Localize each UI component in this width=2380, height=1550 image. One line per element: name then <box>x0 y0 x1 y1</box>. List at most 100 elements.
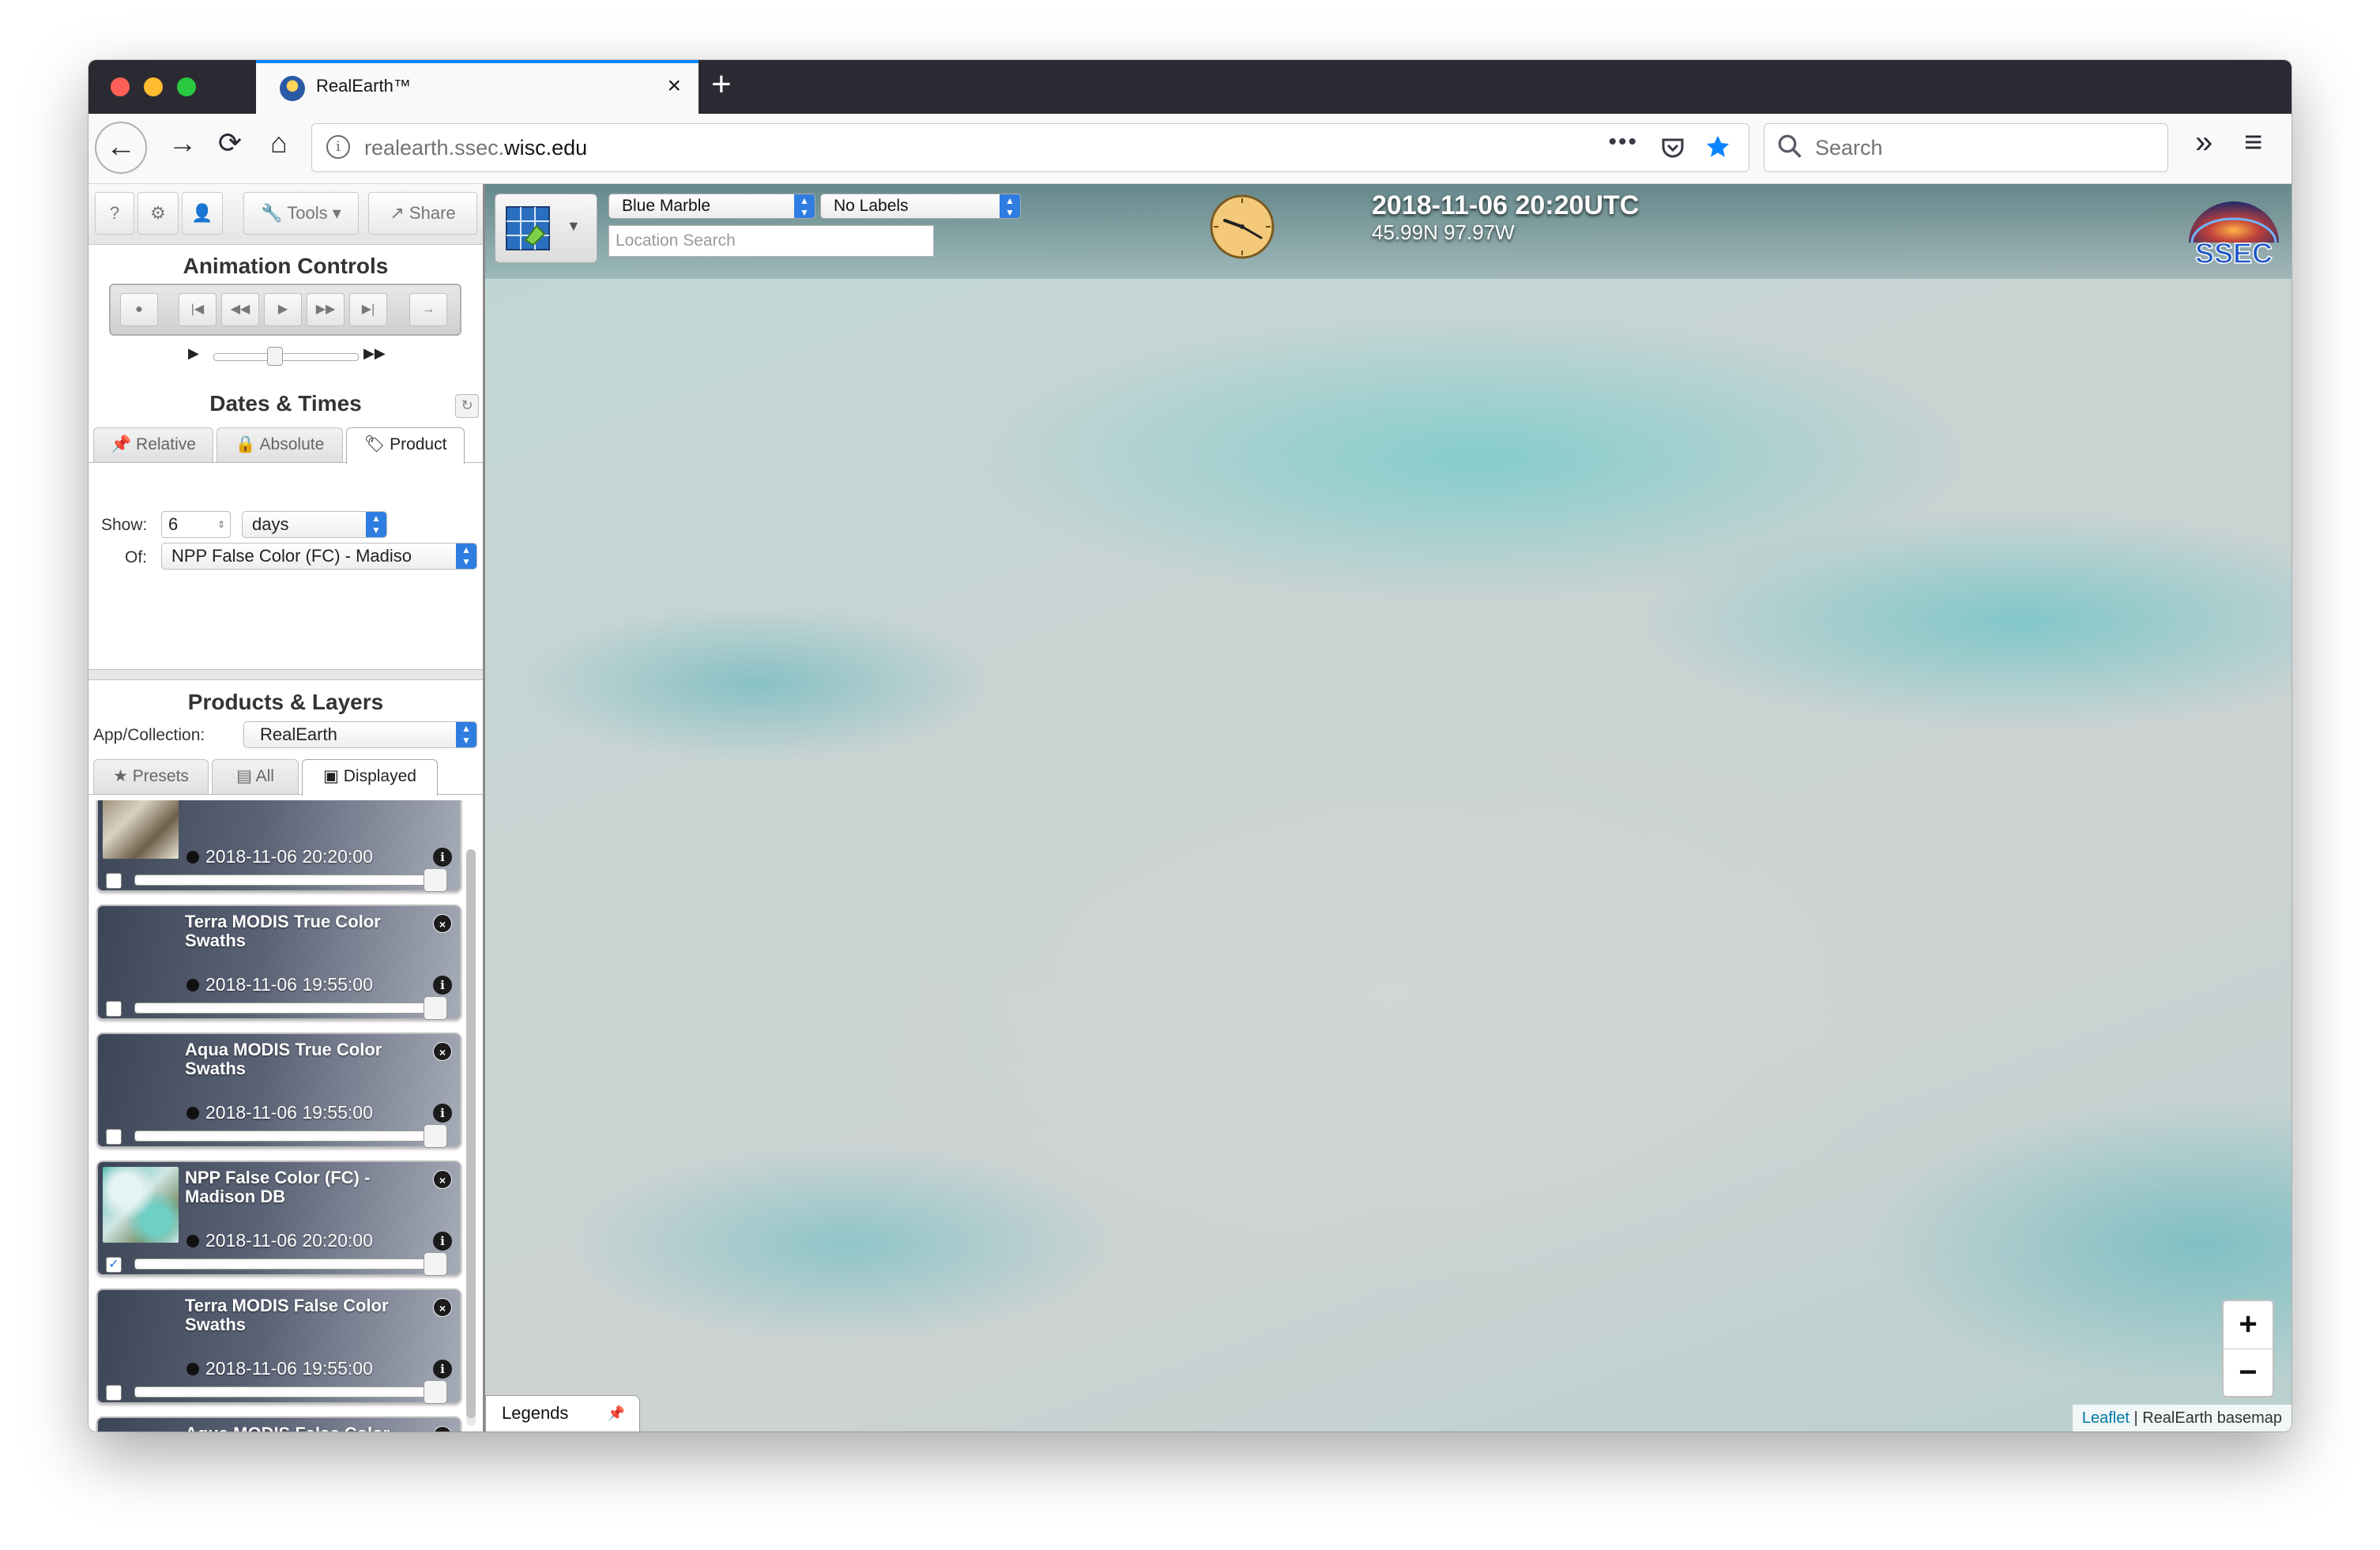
layer-time: 2018-11-06 19:55:00 <box>186 1102 373 1123</box>
leaflet-link[interactable]: Leaflet <box>2082 1409 2130 1427</box>
tab-product[interactable]: 🏷 Product <box>346 427 465 464</box>
minimize-window-button[interactable] <box>144 77 163 96</box>
layer-opacity-handle[interactable] <box>424 1380 447 1404</box>
layer-visibility-checkbox[interactable] <box>106 1001 122 1017</box>
show-count-stepper[interactable]: 6 ⇕ <box>161 511 231 538</box>
grid-icon <box>506 206 550 250</box>
new-tab-button[interactable]: + <box>711 65 732 104</box>
first-frame-button[interactable]: |◀ <box>179 293 217 326</box>
refresh-icon[interactable]: ↻ <box>455 394 479 418</box>
step-forward-button[interactable]: ▶▶ <box>307 293 345 326</box>
reload-button[interactable]: ⟳ <box>210 126 250 160</box>
layer-grid-button[interactable]: ▼ <box>495 194 597 263</box>
user-button[interactable]: 👤 <box>182 192 223 235</box>
remove-layer-icon[interactable]: × <box>433 1042 452 1061</box>
layer-visibility-checkbox[interactable]: ✓ <box>106 1257 122 1273</box>
home-button[interactable]: ⌂ <box>259 126 299 160</box>
hamburger-menu-icon[interactable]: ≡ <box>2244 125 2262 160</box>
caret-down-icon: ▾ <box>332 203 341 223</box>
layer-card[interactable]: Terra MODIS False Color Swaths × 2018-11-0… <box>96 1289 461 1404</box>
basemap-select[interactable]: Blue Marble ▲ ▼ <box>608 194 815 219</box>
zoom-window-button[interactable] <box>177 77 196 96</box>
step-back-button[interactable]: ◀◀ <box>221 293 259 326</box>
speed-slider-track[interactable] <box>213 353 359 361</box>
layer-list-scrollbar[interactable] <box>466 849 476 1426</box>
labels-select[interactable]: No Labels ▲ ▼ <box>820 194 1021 219</box>
url-bar[interactable]: i realearth.ssec.wisc.edu ••• <box>311 123 1749 172</box>
layer-card[interactable]: NPP False Color (FC) - Madison DB × 2018-1… <box>96 1161 461 1276</box>
layer-opacity-slider[interactable] <box>134 875 428 886</box>
tab-absolute[interactable]: 🔒 Absolute <box>217 427 343 462</box>
play-button[interactable]: ▶ <box>264 293 302 326</box>
tab-presets[interactable]: ★ Presets <box>93 759 209 794</box>
next-button[interactable]: → <box>409 293 447 326</box>
layer-visibility-checkbox[interactable] <box>106 873 122 889</box>
layer-opacity-slider[interactable] <box>134 1258 428 1270</box>
zoom-out-button[interactable]: − <box>2224 1349 2273 1397</box>
share-button[interactable]: ↗ Share <box>368 192 477 235</box>
overflow-chevron-icon[interactable]: » <box>2195 125 2212 160</box>
layer-card[interactable]: Aqua MODIS True Color Swaths × 2018-11-06 … <box>96 1033 461 1148</box>
settings-button[interactable]: ⚙ <box>137 192 179 235</box>
layer-opacity-handle[interactable] <box>424 1124 447 1148</box>
location-search-input[interactable]: Location Search <box>608 225 934 257</box>
legends-tab[interactable]: Legends 📌 <box>485 1395 640 1431</box>
speed-slider-handle[interactable] <box>267 347 283 366</box>
search-placeholder: Search <box>1815 136 1883 160</box>
layer-info-icon[interactable]: i <box>433 848 452 867</box>
tab-displayed[interactable]: ▣ Displayed <box>302 759 438 796</box>
layer-opacity-handle[interactable] <box>424 1252 447 1276</box>
layer-title: Aqua MODIS False Color Swaths <box>185 1424 430 1432</box>
map-view[interactable]: ▼ Blue Marble ▲ ▼ No Labels ▲ ▼ Location S… <box>485 184 2292 1431</box>
layer-opacity-slider[interactable] <box>134 1003 428 1014</box>
remove-layer-icon[interactable]: × <box>433 1298 452 1317</box>
tab-all[interactable]: ▤ All <box>212 759 299 794</box>
layer-opacity-slider[interactable] <box>134 1131 428 1142</box>
close-window-button[interactable] <box>111 77 130 96</box>
last-frame-button[interactable]: ▶| <box>349 293 387 326</box>
clock-icon[interactable] <box>1209 194 1275 260</box>
page-actions-icon[interactable]: ••• <box>1608 129 1638 156</box>
layer-opacity-slider[interactable] <box>134 1386 428 1398</box>
animation-controls: ● |◀ ◀◀ ▶ ▶▶ ▶| → <box>109 284 461 336</box>
remove-layer-icon[interactable]: × <box>433 914 452 933</box>
layer-info-icon[interactable]: i <box>433 1104 452 1123</box>
show-unit-select[interactable]: days ▲ ▼ <box>242 511 387 538</box>
remove-layer-icon[interactable]: × <box>433 1170 452 1189</box>
stepper-arrows-icon[interactable]: ⇕ <box>217 512 225 537</box>
collection-select[interactable]: RealEarth ▲ ▼ <box>243 721 477 748</box>
url-text[interactable]: realearth.ssec.wisc.edu <box>364 136 587 160</box>
help-button[interactable]: ? <box>95 192 134 235</box>
ssec-logo[interactable]: SSEC <box>2184 195 2284 268</box>
pocket-icon[interactable] <box>1660 135 1685 160</box>
layer-info-icon[interactable]: i <box>433 1232 452 1251</box>
zoom-in-button[interactable]: + <box>2224 1301 2273 1349</box>
product-select[interactable]: NPP False Color (FC) - Madiso ▲ ▼ <box>161 543 477 570</box>
show-count-value: 6 <box>168 514 179 534</box>
search-bar[interactable]: Search <box>1764 123 2168 172</box>
layer-info-icon[interactable]: i <box>433 1360 452 1379</box>
site-info-icon[interactable]: i <box>326 135 350 159</box>
layer-card[interactable]: Terra MODIS True Color Swaths × 2018-11-06… <box>96 905 461 1020</box>
layer-visibility-checkbox[interactable] <box>106 1385 122 1401</box>
clock-icon <box>186 1107 199 1119</box>
layer-info-icon[interactable]: i <box>433 976 452 995</box>
forward-button[interactable]: → <box>163 126 202 160</box>
back-button[interactable]: ← <box>95 122 147 174</box>
layer-visibility-checkbox[interactable] <box>106 1129 122 1145</box>
clock-button[interactable]: ● <box>120 293 158 326</box>
layer-title: Aqua MODIS True Color Swaths <box>185 1040 382 1078</box>
tab-realearth[interactable]: RealEarth™ × <box>256 60 699 114</box>
tools-button[interactable]: 🔧 Tools ▾ <box>243 192 359 235</box>
layer-card[interactable]: 2018-11-06 20:20:00 i <box>96 800 461 892</box>
remove-layer-icon[interactable]: × <box>433 1426 452 1431</box>
pin-icon[interactable]: 📌 <box>608 1396 625 1431</box>
scrollbar-thumb[interactable] <box>466 849 476 1418</box>
layer-opacity-handle[interactable] <box>424 868 447 892</box>
tab-relative[interactable]: 📌 Relative <box>93 427 213 462</box>
sidebar-toolbar: ? ⚙ 👤 🔧 Tools ▾ ↗ Share <box>88 184 483 245</box>
layer-opacity-handle[interactable] <box>424 996 447 1020</box>
bookmark-star-icon[interactable] <box>1704 134 1731 160</box>
tab-close-icon[interactable]: × <box>667 73 681 100</box>
layer-card[interactable]: Aqua MODIS False Color Swaths×2018-11-06… <box>96 1416 461 1431</box>
